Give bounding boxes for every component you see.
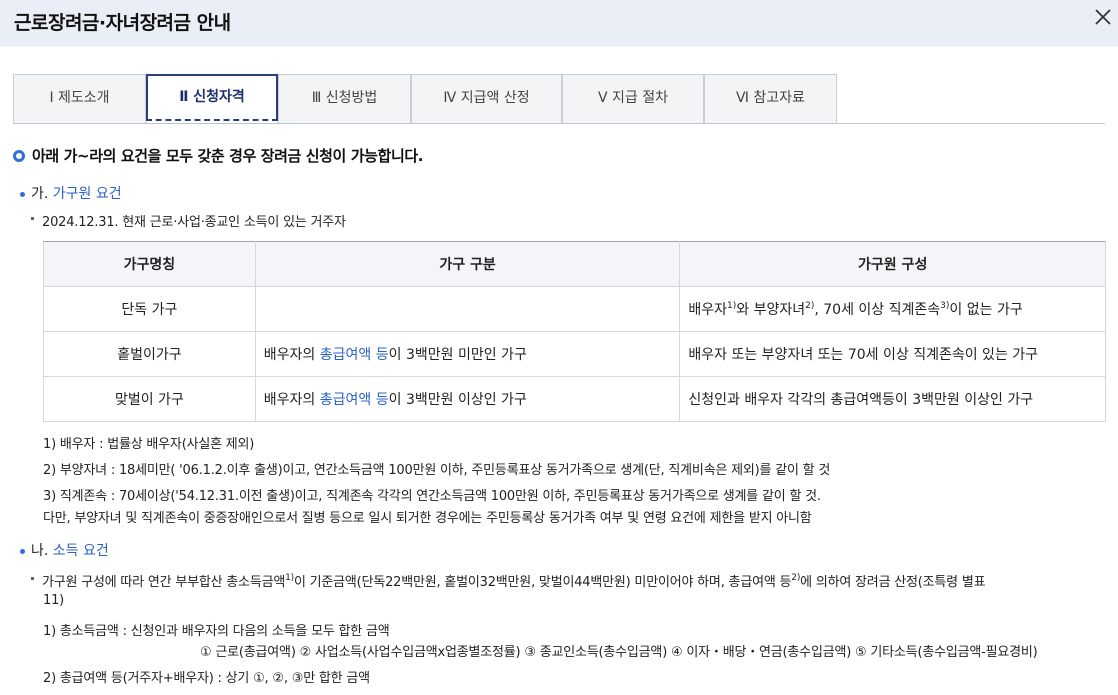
section-income-title: 나. 소득 요건: [20, 540, 109, 560]
tab-eligibility[interactable]: Ⅱ 신청자격: [146, 74, 278, 121]
table-cell: 단독 가구: [43, 286, 256, 332]
close-icon[interactable]: [1092, 6, 1114, 28]
square-bullet-icon: [31, 217, 34, 220]
section-link[interactable]: 가구원 요건: [53, 186, 122, 202]
note: 3) 직계존속 : 70세이상('54.12.31.이전 출생)이고, 직계존속…: [43, 489, 821, 504]
table-row: 홑벌이가구 배우자의 총급여액 등이 3백만원 미만인 가구 배우자 또는 부양…: [43, 331, 1106, 377]
square-bullet-icon: [31, 577, 34, 580]
table-cell: 배우자의 총급여액 등이 3백만원 이상인 가구: [254, 376, 681, 422]
table-cell: 홑벌이가구: [43, 331, 256, 377]
bullet-icon: [20, 549, 25, 554]
table-cell: 신청인과 배우자 각각의 총급여액등이 3백만원 이상인 가구: [679, 376, 1106, 422]
total-pay-link[interactable]: 총급여액 등: [320, 392, 389, 408]
table-row: 단독 가구 배우자1)와 부양자녀2), 70세 이상 직계존속3)이 없는 가…: [43, 286, 1106, 332]
ring-bullet-icon: [13, 150, 25, 162]
table-cell: [254, 286, 681, 332]
income-item: 1) 총소득금액 : 신청인과 배우자의 다음의 소득을 모두 합한 금액: [43, 624, 390, 639]
main-heading: 아래 가~라의 요건을 모두 갖춘 경우 장려금 신청이 가능합니다.: [13, 145, 423, 166]
section-link[interactable]: 소득 요건: [53, 543, 109, 559]
bullet-icon: [20, 192, 25, 197]
total-pay-link[interactable]: 총급여액 등: [320, 347, 389, 363]
household-table: 가구명칭 가구 구분 가구원 구성 단독 가구 배우자1)와 부양자녀2), 7…: [43, 241, 1106, 422]
tab-amount[interactable]: Ⅳ 지급액 산정: [411, 74, 562, 123]
window-titlebar: 근로장려금·자녀장려금 안내: [0, 0, 1118, 46]
tab-bar: Ⅰ 제도소개 Ⅱ 신청자격 Ⅲ 신청방법 Ⅳ 지급액 산정 Ⅴ 지급 절차 Ⅵ …: [13, 74, 1105, 124]
income-desc-cont: 11): [43, 593, 65, 608]
table-cell: 배우자의 총급여액 등이 3백만원 미만인 가구: [254, 331, 681, 377]
tab-references[interactable]: Ⅵ 참고자료: [704, 74, 837, 123]
table-cell: 배우자1)와 부양자녀2), 70세 이상 직계존속3)이 없는 가구: [679, 286, 1106, 332]
note: 2) 부양자녀 : 18세미만( '06.1.2.이후 출생)이고, 연간소득금…: [43, 463, 831, 478]
table-header-row: 가구명칭 가구 구분 가구원 구성: [43, 241, 1106, 287]
section-household-title: 가. 가구원 요건: [20, 183, 122, 203]
tab-overview[interactable]: Ⅰ 제도소개: [13, 74, 146, 123]
tab-application[interactable]: Ⅲ 신청방법: [278, 74, 411, 123]
table-header: 가구 구분: [254, 241, 681, 287]
table-header: 가구원 구성: [679, 241, 1106, 287]
income-desc: 가구원 구성에 따라 연간 부부합산 총소득금액1)이 기준금액(단독22백만원…: [31, 571, 986, 590]
table-row: 맞벌이 가구 배우자의 총급여액 등이 3백만원 이상인 가구 신청인과 배우자…: [43, 376, 1106, 422]
table-cell: 맞벌이 가구: [43, 376, 256, 422]
window-title: 근로장려금·자녀장려금 안내: [14, 12, 231, 34]
income-item: ① 근로(총급여액) ② 사업소득(사업수입금액x업종별조정률) ③ 종교인소득…: [200, 645, 1038, 660]
note: 다만, 부양자녀 및 직계존속이 중증장애인으로서 질병 등으로 일시 퇴거한 …: [43, 511, 812, 526]
table-header: 가구명칭: [43, 241, 256, 287]
income-item: 2) 총급여액 등(거주자+배우자) : 상기 ①, ②, ③만 합한 금액: [43, 671, 370, 686]
section-household-sub: 2024.12.31. 현재 근로·사업·종교인 소득이 있는 거주자: [31, 211, 346, 230]
tab-procedure[interactable]: Ⅴ 지급 절차: [562, 74, 704, 123]
table-cell: 배우자 또는 부양자녀 또는 70세 이상 직계존속이 있는 가구: [679, 331, 1106, 377]
note: 1) 배우자 : 법률상 배우자(사실혼 제외): [43, 437, 255, 452]
